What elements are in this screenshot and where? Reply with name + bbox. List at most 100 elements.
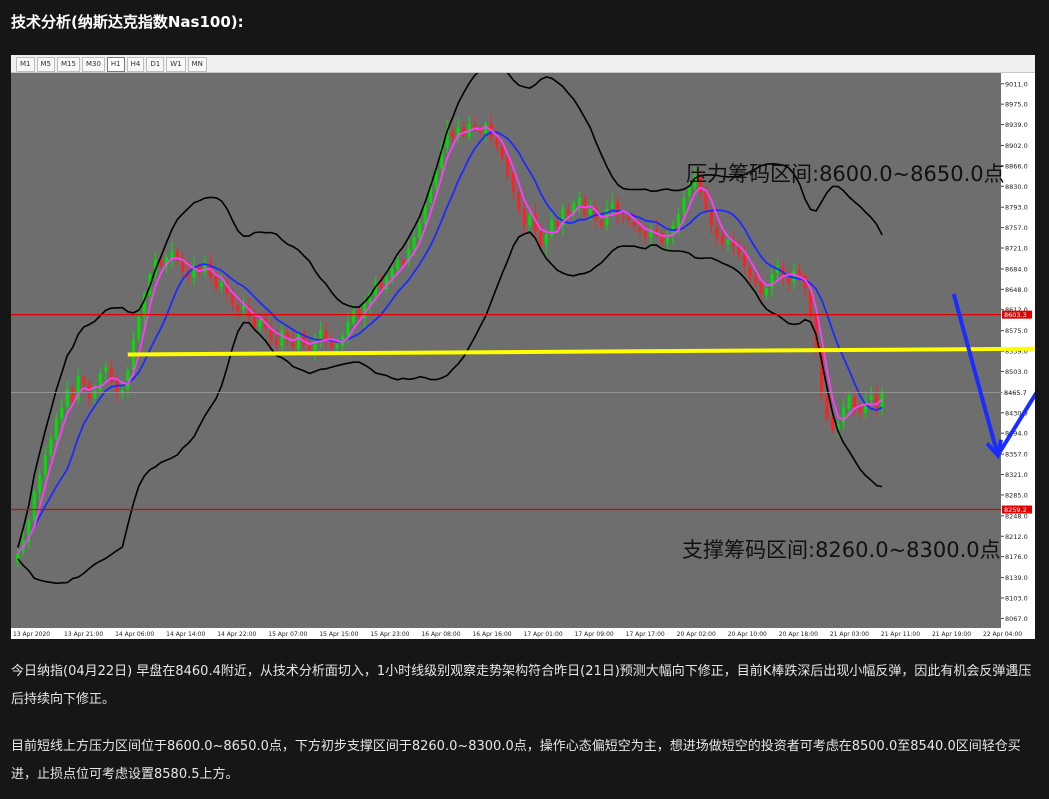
candle-body xyxy=(43,455,47,476)
x-tick-label: 13 Apr 2020 xyxy=(13,631,50,638)
x-tick-label: 22 Apr 04:00 xyxy=(983,631,1022,638)
candle-body xyxy=(324,330,328,340)
candle-body xyxy=(610,203,614,209)
candle-body xyxy=(418,223,422,239)
candle-body xyxy=(858,406,862,413)
candle-body xyxy=(825,394,829,419)
timeframe-button-m1[interactable]: M1 xyxy=(16,57,35,72)
candle-body xyxy=(875,394,879,408)
candle-body xyxy=(352,310,356,324)
candle-body xyxy=(473,124,477,127)
candle-body xyxy=(170,251,174,259)
candle-body xyxy=(495,138,499,147)
candle-body xyxy=(115,381,119,393)
timeframe-toolbar: M1 M5 M15 M30 H1 H4 D1 W1 MN xyxy=(11,55,1035,73)
candle-body xyxy=(726,240,730,244)
candle-body xyxy=(754,276,758,283)
timeframe-button-h1[interactable]: H1 xyxy=(106,57,125,72)
timeframe-button-m5[interactable]: M5 xyxy=(36,57,55,72)
y-tick-label: 9011.0 xyxy=(1005,80,1028,88)
candle-body xyxy=(517,193,521,209)
candle-body xyxy=(748,267,752,277)
candle-body xyxy=(577,197,581,205)
candle-body xyxy=(665,237,669,244)
x-tick-label: 15 Apr 07:00 xyxy=(268,631,307,638)
x-tick-label: 14 Apr 14:00 xyxy=(166,631,205,638)
x-tick-label: 20 Apr 18:00 xyxy=(779,631,818,638)
candle-body xyxy=(396,259,400,269)
y-tick-label: 8212.0 xyxy=(1005,533,1028,541)
x-tick-label: 17 Apr 01:00 xyxy=(524,631,563,638)
timeframe-button-d1[interactable]: D1 xyxy=(146,57,165,72)
x-tick-label: 16 Apr 08:00 xyxy=(421,631,460,638)
y-tick-label: 8793.0 xyxy=(1005,204,1028,212)
candle-body xyxy=(390,268,394,278)
x-tick-label: 20 Apr 10:00 xyxy=(728,631,767,638)
candle-body xyxy=(720,235,724,243)
candle-body xyxy=(236,304,240,311)
y-tick-label: 8975.0 xyxy=(1005,101,1028,109)
y-tick-label: 8830.0 xyxy=(1005,183,1028,191)
candle-body xyxy=(214,275,218,289)
timeframe-button-h4[interactable]: H4 xyxy=(126,57,145,72)
candle-body xyxy=(638,227,642,232)
candle-body xyxy=(258,319,262,328)
y-tick-label: 8139.0 xyxy=(1005,574,1028,582)
x-tick-label: 15 Apr 23:00 xyxy=(370,631,409,638)
y-tick-label: 8866.0 xyxy=(1005,162,1028,170)
x-tick-label: 14 Apr 06:00 xyxy=(115,631,154,638)
y-tick-label: 8684.0 xyxy=(1005,265,1028,273)
x-tick-label: 17 Apr 17:00 xyxy=(626,631,665,638)
candle-body xyxy=(759,281,763,294)
candle-body xyxy=(506,156,510,175)
candle-body xyxy=(544,234,548,245)
candle-body xyxy=(687,186,691,196)
candle-body xyxy=(632,221,636,226)
candle-body xyxy=(555,221,559,226)
candle-body xyxy=(32,492,36,521)
timeframe-button-m15[interactable]: M15 xyxy=(57,57,80,72)
candle-body xyxy=(853,397,857,408)
candle-body xyxy=(98,373,102,391)
y-tick-label: 8939.0 xyxy=(1005,121,1028,129)
candle-body xyxy=(49,438,53,455)
analysis-paragraph-2: 目前短线上方压力区间位于8600.0~8650.0点，下方初步支撑区间于8260… xyxy=(11,739,1021,782)
resistance-zone-label: 压力筹码区间:8600.0~8650.0点 xyxy=(686,162,1005,186)
candle-body xyxy=(120,390,124,394)
price-chart-window: M1 M5 M15 M30 H1 H4 D1 W1 MN 9011.0 8975.0 8939.0 8… xyxy=(11,55,1035,639)
candle-body xyxy=(765,288,769,296)
candle-body xyxy=(511,173,515,192)
x-tick-label: 21 Apr 19:00 xyxy=(932,631,971,638)
candle-body xyxy=(451,131,455,139)
candle-body xyxy=(588,208,592,215)
candle-body xyxy=(275,339,279,345)
candle-body xyxy=(522,208,526,226)
candle-body xyxy=(643,231,647,238)
candle-body xyxy=(869,395,873,401)
current-price-tag: 8465.7 xyxy=(1004,389,1027,397)
candle-body xyxy=(709,209,713,226)
y-tick-label: 8103.0 xyxy=(1005,594,1028,602)
y-tick-label: 8757.0 xyxy=(1005,224,1028,232)
candle-body xyxy=(104,367,108,372)
y-tick-label: 8176.0 xyxy=(1005,553,1028,561)
x-tick-label: 21 Apr 03:00 xyxy=(830,631,869,638)
candle-body xyxy=(297,333,301,349)
y-tick-label: 8067.0 xyxy=(1005,615,1028,623)
candle-body xyxy=(500,146,504,158)
timeframe-button-mn[interactable]: MN xyxy=(187,57,207,72)
candle-body xyxy=(54,418,58,440)
candle-body xyxy=(566,209,570,215)
candle-body xyxy=(605,208,609,226)
candlestick-chart: 9011.0 8975.0 8939.0 8902.0 8866.0 8830.0 8793… xyxy=(11,73,1035,639)
timeframe-button-w1[interactable]: W1 xyxy=(166,57,186,72)
candle-body xyxy=(60,407,64,420)
candle-body xyxy=(676,214,680,227)
y-tick-label: 8285.0 xyxy=(1005,491,1028,499)
y-tick-label: 8357.0 xyxy=(1005,451,1028,459)
resistance-price-tag: 8603.3 xyxy=(1004,311,1027,319)
candle-body xyxy=(71,388,75,402)
timeframe-button-m30[interactable]: M30 xyxy=(81,57,105,72)
candle-body xyxy=(831,418,835,430)
candle-body xyxy=(357,309,361,317)
